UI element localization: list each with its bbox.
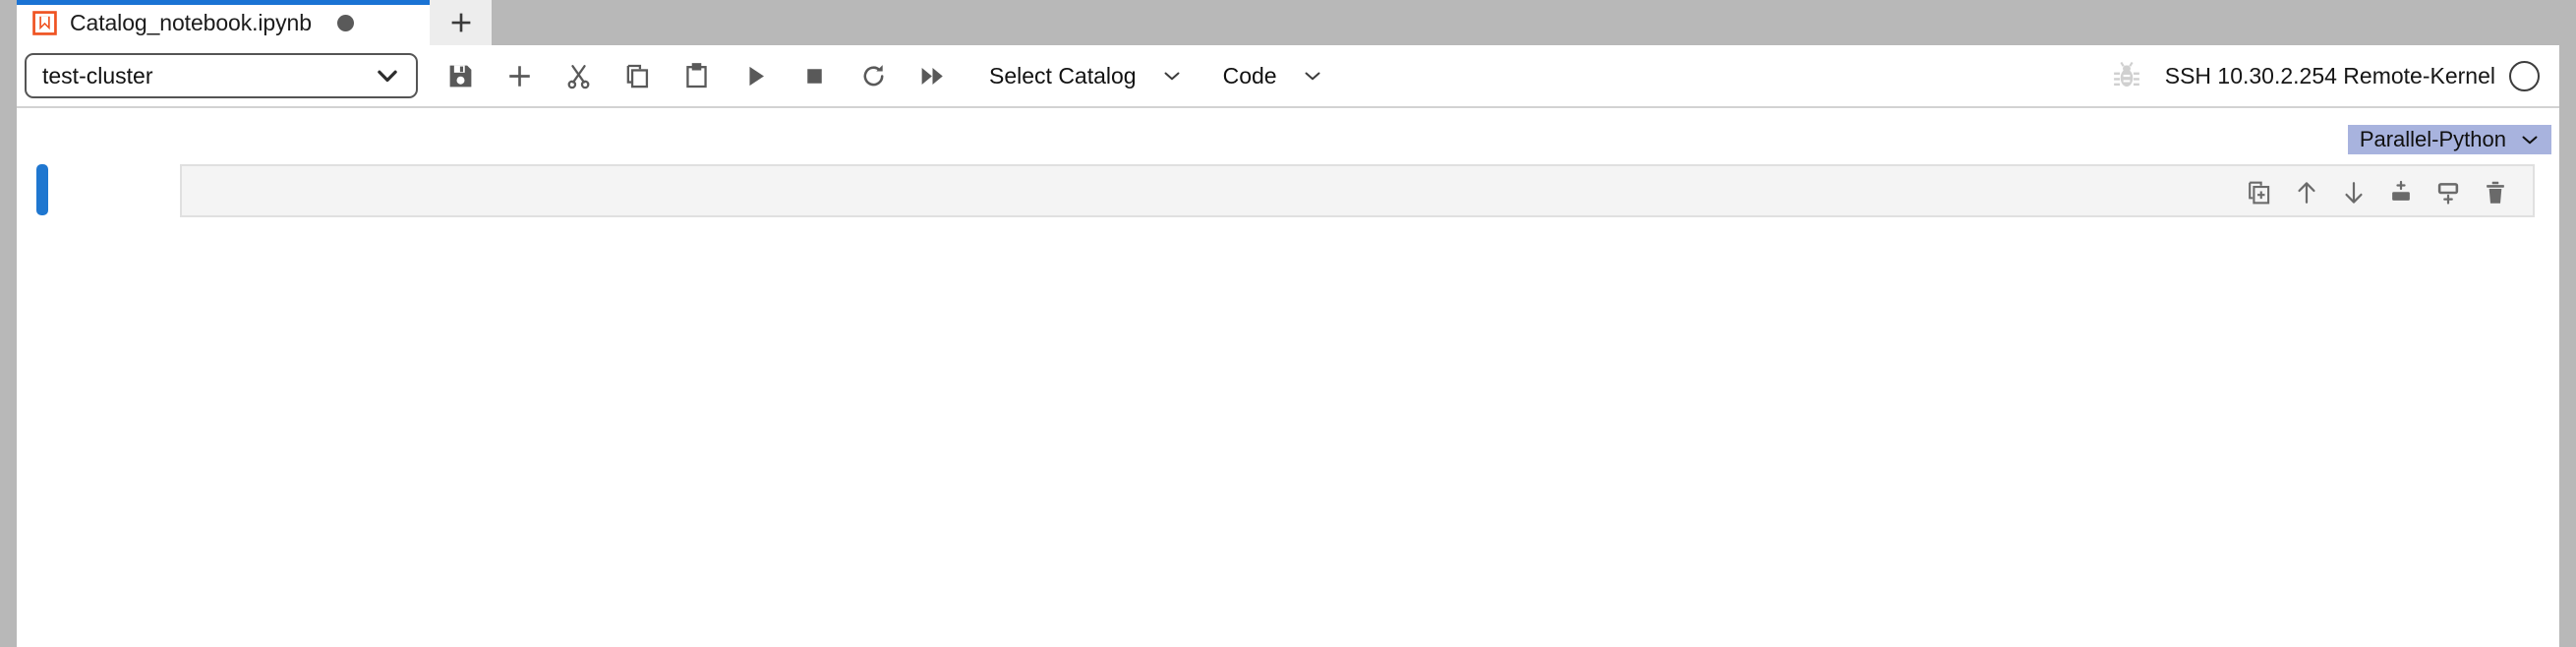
notebook-cell[interactable] <box>17 164 2559 219</box>
plus-icon <box>505 62 534 90</box>
duplicate-icon <box>2246 179 2273 206</box>
cell-input-editor[interactable] <box>180 164 2535 217</box>
paste-cell-button[interactable] <box>667 53 726 98</box>
plus-icon <box>446 8 476 37</box>
notebook-body: Parallel-Python <box>17 108 2559 647</box>
scissors-icon <box>564 62 593 90</box>
kernel-idle-circle-icon[interactable] <box>2509 61 2540 91</box>
insert-cell-button[interactable] <box>490 53 549 98</box>
notebook-icon <box>32 11 57 35</box>
tab-title: Catalog_notebook.ipynb <box>70 10 312 36</box>
jupyter-notebook-window: Catalog_notebook.ipynb test-cluster <box>0 0 2576 647</box>
stop-square-icon <box>800 62 829 90</box>
new-tab-button[interactable] <box>430 0 492 45</box>
stop-kernel-button[interactable] <box>785 53 844 98</box>
chevron-down-icon <box>1160 64 1184 88</box>
restart-kernel-button[interactable] <box>844 53 903 98</box>
arrow-down-icon <box>2340 179 2368 206</box>
copy-cell-button[interactable] <box>608 53 667 98</box>
arrow-up-icon <box>2293 179 2320 206</box>
insert-cell-below-button[interactable] <box>2425 171 2472 214</box>
move-cell-up-button[interactable] <box>2283 171 2330 214</box>
chevron-down-icon <box>1301 64 1324 88</box>
run-cell-button[interactable] <box>726 53 785 98</box>
chevron-down-icon <box>2518 128 2542 151</box>
clipboard-icon <box>682 62 711 90</box>
kernel-selector-badge[interactable]: Parallel-Python <box>2348 125 2551 154</box>
tab-dirty-indicator <box>337 15 354 31</box>
cell-selection-bar <box>36 164 48 215</box>
play-icon <box>741 62 770 90</box>
cluster-select-value: test-cluster <box>42 63 373 89</box>
chevron-down-icon <box>373 61 402 90</box>
insert-cell-above-button[interactable] <box>2377 171 2425 214</box>
notebook-toolbar: test-cluster <box>17 45 2559 108</box>
move-cell-down-button[interactable] <box>2330 171 2377 214</box>
save-button[interactable] <box>431 53 490 98</box>
cut-cell-button[interactable] <box>549 53 608 98</box>
run-all-button[interactable] <box>903 53 962 98</box>
fast-forward-icon <box>918 62 947 90</box>
bug-icon <box>2110 59 2143 92</box>
insert-below-icon <box>2434 179 2462 206</box>
trash-icon <box>2482 179 2509 206</box>
delete-cell-button[interactable] <box>2472 171 2519 214</box>
catalog-dropdown[interactable]: Select Catalog <box>975 53 1196 98</box>
tab-active-accent <box>17 0 430 5</box>
copy-icon <box>623 62 652 90</box>
cell-action-toolbar <box>2236 166 2519 219</box>
save-icon <box>446 62 475 90</box>
duplicate-cell-button[interactable] <box>2236 171 2283 214</box>
cell-type-dropdown-label: Code <box>1223 63 1277 89</box>
restart-icon <box>859 62 888 90</box>
tab-catalog-notebook[interactable]: Catalog_notebook.ipynb <box>17 0 430 45</box>
kernel-connection-label: SSH 10.30.2.254 Remote-Kernel <box>2165 63 2495 89</box>
insert-above-icon <box>2387 179 2415 206</box>
tab-bar: Catalog_notebook.ipynb <box>17 0 2559 45</box>
cluster-select[interactable]: test-cluster <box>25 53 418 98</box>
cell-type-dropdown[interactable]: Code <box>1209 53 1336 98</box>
kernel-selector-label: Parallel-Python <box>2360 127 2506 152</box>
catalog-dropdown-label: Select Catalog <box>989 63 1137 89</box>
